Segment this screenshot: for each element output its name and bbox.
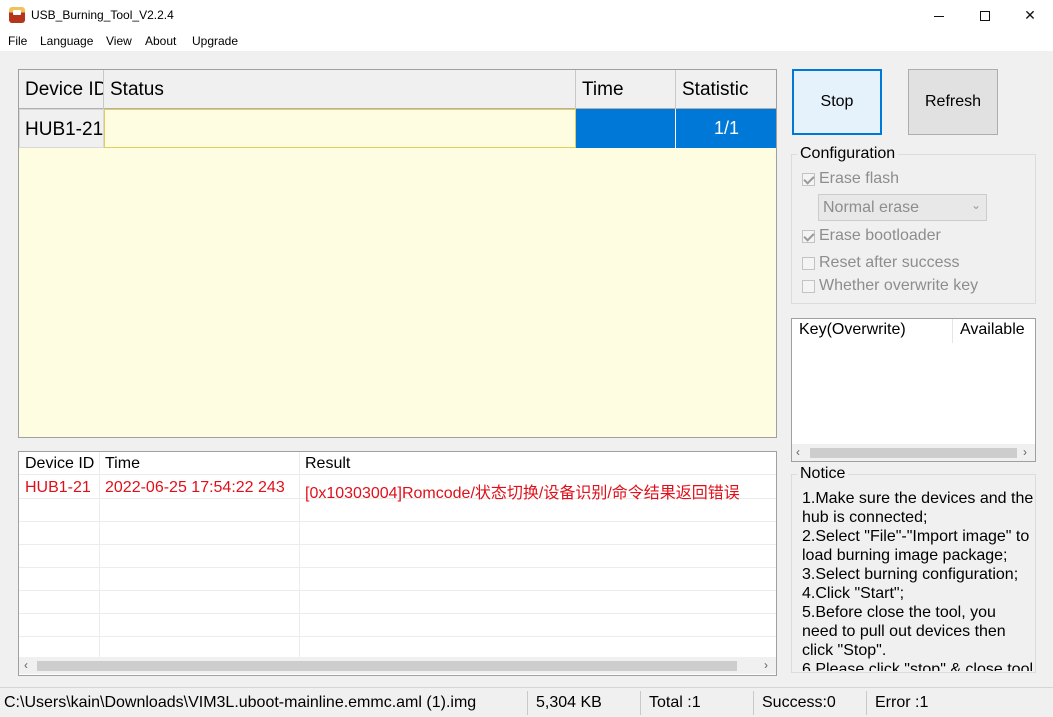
notice-line: 2.Select "File"-"Import image" to load b… (802, 528, 1030, 564)
menu-file[interactable]: File (8, 34, 27, 48)
status-divider (527, 691, 528, 715)
notice-title: Notice (797, 465, 849, 483)
available-header[interactable]: Available (960, 321, 1025, 339)
log-time: 2022-06-25 17:54:22 243 (105, 479, 285, 496)
maximize-icon (980, 10, 990, 21)
menu-upgrade[interactable]: Upgrade (192, 34, 238, 48)
scroll-left-icon[interactable]: ‹ (796, 445, 800, 459)
log-header-time[interactable]: Time (105, 455, 140, 473)
device-row[interactable]: HUB1-21 1/1 (19, 109, 776, 148)
reset-after-success-label: Reset after success (819, 254, 960, 271)
device-table[interactable]: Device ID Status Time Statistic HUB1-21 … (18, 69, 777, 438)
title-bar: USB_Burning_Tool_V2.2.4 ✕ (0, 0, 1053, 31)
notice-line: 3.Select burning configuration; (802, 566, 1019, 583)
notice-line: 5.Before close the tool, you need to pul… (802, 604, 1006, 659)
erase-bootloader-checkbox[interactable]: Erase bootloader (802, 227, 941, 245)
configuration-title: Configuration (797, 145, 899, 163)
column-divider (952, 319, 953, 343)
checkbox-checked-icon (802, 172, 815, 186)
device-statistic-cell: 1/1 (676, 109, 776, 148)
column-time[interactable]: Time (576, 70, 676, 109)
scroll-left-icon[interactable]: ‹ (24, 658, 28, 672)
minimize-icon (934, 15, 944, 17)
scrollbar-thumb[interactable] (37, 661, 737, 671)
menu-language[interactable]: Language (40, 34, 93, 48)
log-row-empty (19, 499, 776, 522)
log-header-result[interactable]: Result (305, 455, 350, 473)
success-count: Success:0 (762, 694, 836, 711)
menu-about[interactable]: About (145, 34, 176, 48)
error-count: Error :1 (875, 694, 929, 711)
notice-line: 1.Make sure the devices and the hub is c… (802, 490, 1034, 526)
device-status-cell (104, 109, 576, 148)
total-count: Total :1 (649, 694, 701, 711)
log-scrollbar[interactable]: ‹ › (19, 657, 776, 674)
column-device-id[interactable]: Device ID (19, 70, 104, 109)
log-row-empty (19, 522, 776, 545)
refresh-button[interactable]: Refresh (908, 69, 998, 135)
erase-flash-checkbox[interactable]: Erase flash (802, 170, 899, 188)
menu-bar: File Language View About Upgrade (0, 31, 1053, 51)
scroll-right-icon[interactable]: › (764, 658, 768, 672)
status-bar: C:\Users\kain\Downloads\VIM3L.uboot-main… (0, 687, 1053, 717)
log-header: Device ID Time Result (19, 452, 776, 475)
window-title: USB_Burning_Tool_V2.2.4 (31, 8, 174, 22)
scrollbar-thumb[interactable] (810, 448, 1017, 458)
log-header-device-id[interactable]: Device ID (25, 455, 94, 473)
log-row-empty (19, 568, 776, 591)
reset-after-success-checkbox[interactable]: Reset after success (802, 254, 960, 272)
column-statistic[interactable]: Statistic (676, 70, 776, 109)
erase-mode-select[interactable]: Normal erase ⌄ (818, 194, 987, 221)
erase-mode-value: Normal erase (823, 199, 920, 216)
notice-text: 1.Make sure the devices and the hub is c… (802, 489, 1034, 671)
close-icon: ✕ (1024, 7, 1036, 23)
device-table-header: Device ID Status Time Statistic (19, 70, 776, 109)
log-device-id: HUB1-21 (25, 479, 91, 496)
status-divider (640, 691, 641, 715)
log-row-empty (19, 591, 776, 614)
image-path: C:\Users\kain\Downloads\VIM3L.uboot-main… (4, 694, 477, 711)
notice-line: 6.Please click "stop" & close tool (802, 661, 1034, 671)
menu-view[interactable]: View (106, 34, 132, 48)
erase-bootloader-label: Erase bootloader (819, 227, 941, 244)
stop-button[interactable]: Stop (792, 69, 882, 135)
key-overwrite-header[interactable]: Key(Overwrite) (799, 321, 906, 339)
erase-flash-label: Erase flash (819, 170, 900, 187)
device-time-cell (576, 109, 676, 148)
close-button[interactable]: ✕ (1007, 0, 1053, 31)
key-list[interactable]: Key(Overwrite) Available ‹ › (791, 318, 1036, 462)
app-icon (9, 7, 25, 23)
column-status[interactable]: Status (104, 70, 576, 109)
log-row-empty (19, 614, 776, 637)
overwrite-key-checkbox[interactable]: Whether overwrite key (802, 277, 978, 295)
device-id-cell: HUB1-21 (19, 109, 104, 148)
checkbox-checked-icon (802, 229, 815, 243)
log-row[interactable]: HUB1-21 2022-06-25 17:54:22 243 [0x10303… (19, 476, 776, 502)
overwrite-key-label: Whether overwrite key (819, 277, 979, 294)
maximize-button[interactable] (962, 0, 1008, 31)
log-table[interactable]: Device ID Time Result HUB1-21 2022-06-25… (18, 451, 777, 676)
chevron-down-icon: ⌄ (970, 198, 981, 212)
status-divider (866, 691, 867, 715)
key-list-scrollbar[interactable]: ‹ › (792, 444, 1035, 461)
checkbox-unchecked-icon (802, 279, 815, 293)
scroll-right-icon[interactable]: › (1023, 445, 1027, 459)
log-row-empty (19, 545, 776, 568)
status-divider (753, 691, 754, 715)
image-size: 5,304 KB (536, 694, 602, 711)
notice-line: 4.Click "Start"; (802, 585, 905, 602)
minimize-button[interactable] (916, 0, 962, 31)
checkbox-unchecked-icon (802, 256, 815, 270)
